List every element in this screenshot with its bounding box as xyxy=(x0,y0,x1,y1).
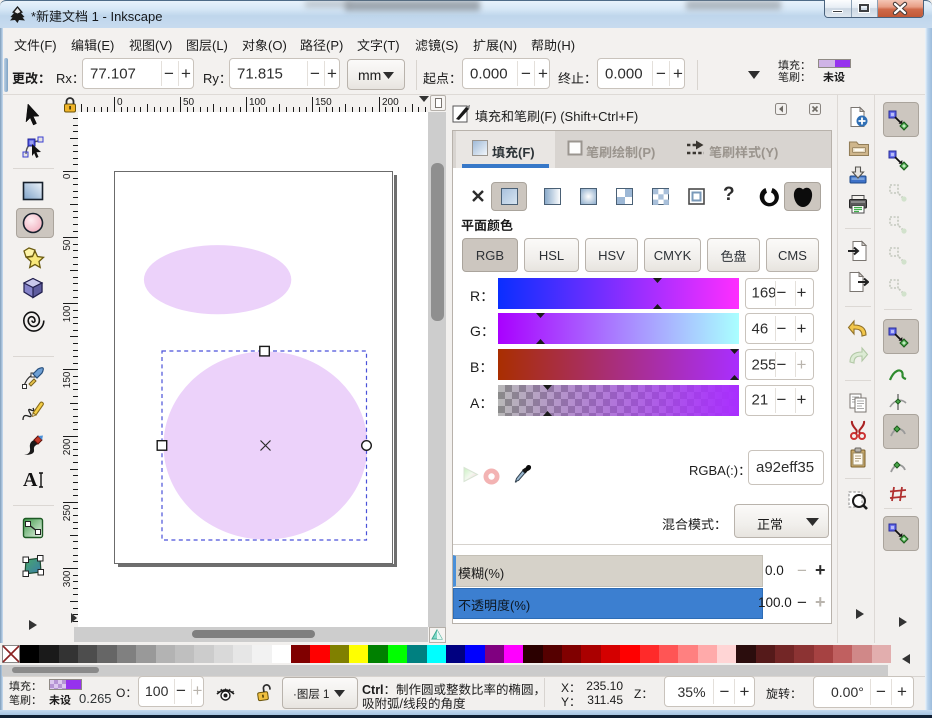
svg-text:250: 250 xyxy=(62,504,73,521)
svg-text:50: 50 xyxy=(62,239,73,251)
svg-text:200: 200 xyxy=(382,97,399,108)
svg-text:0: 0 xyxy=(62,173,73,179)
svg-text:150: 150 xyxy=(62,371,73,388)
svg-text:A: A xyxy=(23,469,38,491)
svg-text:100: 100 xyxy=(62,305,73,322)
svg-text:150: 150 xyxy=(315,97,332,108)
svg-text:0: 0 xyxy=(117,97,123,108)
svg-text:100: 100 xyxy=(249,97,266,108)
svg-text:50: 50 xyxy=(183,97,195,108)
svg-text:300: 300 xyxy=(62,570,73,587)
svg-text:200: 200 xyxy=(62,438,73,455)
